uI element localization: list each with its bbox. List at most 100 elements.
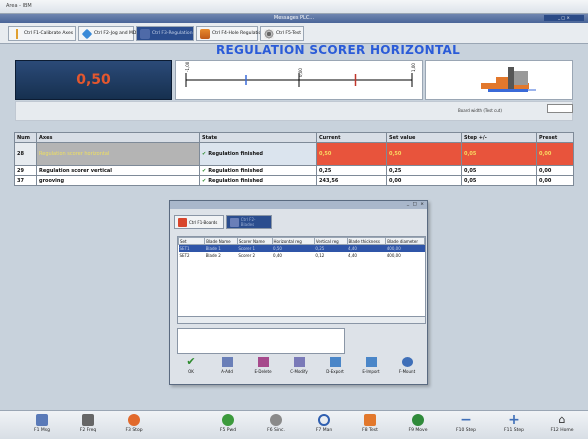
col-current: Current [316,132,387,143]
gauge-max-label: 1,00 [411,63,416,72]
horizontal-scrollbar[interactable] [177,316,426,324]
table-row[interactable]: 28 Regulation scorer horizontal ✔ Regulat… [14,142,574,166]
fkey-label: F11 Step [504,428,524,433]
axis-set-value[interactable]: 0,50 [386,142,462,166]
import-icon [365,357,377,367]
ok-button[interactable]: ✔ OK [176,355,206,383]
vertical-reg: 0,25 [314,244,347,252]
f10-step-minus-button[interactable]: − F10 Step [444,413,488,439]
fkey-label: F10 Step [456,428,476,433]
table-row[interactable]: 37 grooving ✔ Regulation finished 243,56 … [14,175,574,186]
frequency-icon [82,414,94,426]
axis-set-value[interactable]: 0,00 [386,175,462,186]
dialog-window-buttons[interactable]: _ □ × [407,202,425,207]
table-row[interactable]: SET2 Blade 2 Scorer 2 0,40 0,12 4,40 400… [179,252,425,259]
f8-test-button[interactable]: F8 Test [348,413,392,439]
f7-man-button[interactable]: F7 Man [302,413,346,439]
tab-label: Ctrl F1-Calibrate Axes [24,31,74,36]
axis-set-value[interactable]: 0,25 [386,165,462,176]
blades-table: Set Blade Name Scorer Name Horizontal re… [178,237,425,259]
board-width-label: Board width (Test cut) [458,108,502,113]
jog-icon [81,28,93,39]
modify-button[interactable]: C-Modify [284,355,314,383]
mount-button[interactable]: F-Mount [392,355,422,383]
axis-step[interactable]: 0,05 [461,165,537,176]
f11-step-plus-button[interactable]: + F11 Step [492,413,536,439]
blade-set: SET1 [178,244,205,252]
message-bar[interactable]: Messages PLC... _ □ × [0,14,588,23]
add-button[interactable]: A-Add [212,355,242,383]
fkey-label: F6 Sinc. [267,428,285,433]
scorer-diagram-svg [481,67,536,92]
col-axes: Axes [36,132,200,143]
table-row[interactable]: SET1 Blade 1 Scorer 1 0,50 0,25 4,40 400… [178,244,425,252]
table-row[interactable]: 29 Regulation scorer vertical ✔ Regulatio… [14,165,574,176]
f1-msg-button[interactable]: F1 Msg [20,413,64,439]
axis-step[interactable]: 0,05 [461,142,537,166]
board-width-strip: Board width (Test cut) [15,101,573,121]
window-controls[interactable]: _ □ × [544,15,584,21]
button-label: C-Modify [290,369,308,374]
gauge-mid-label: 0,00 [298,68,303,77]
tab-hole-regulation[interactable]: Ctrl F4-Hole Regulation [196,26,264,41]
axis-state: ✔ Regulation finished [199,165,317,176]
check-icon: ✔ [186,355,196,368]
f12-home-button[interactable]: ⌂ F12 Home [540,413,584,439]
page-title: REGULATION SCORER HORIZONTAL [215,43,461,57]
axis-name: Regulation scorer vertical [36,165,200,176]
axis-step[interactable]: 0,05 [461,175,537,186]
tab-regulation[interactable]: Ctrl F3-Regulation [136,26,194,41]
horizontal-reg: 0,40 [273,253,282,258]
col-set: Set [178,237,206,245]
axis-preset[interactable]: 0,00 [536,142,574,166]
tab-test[interactable]: Ctrl F5-Test [260,26,304,41]
home-icon: ⌂ [558,413,566,426]
axis-preset[interactable]: 0,00 [536,165,574,176]
minus-icon: − [460,412,472,428]
position-gauge: -1,00 0,00 1,00 [175,60,423,100]
scorer-name: Scorer 1 [237,244,273,252]
scorer-diagram [425,60,573,100]
axis-current: 0,25 [316,165,387,176]
export-icon [329,357,341,367]
f9-move-button[interactable]: F9 Move [396,413,440,439]
f6-sinc-button[interactable]: F6 Sinc. [254,413,298,439]
blade-diameter: 400,00 [385,244,425,252]
tab-jog-mdi[interactable]: Ctrl F2-Jog and MDI [78,26,138,41]
fkey-label: F8 Test [362,428,378,433]
f2-freq-button[interactable]: F2 Freq [66,413,110,439]
delete-button[interactable]: E-Delete [248,355,278,383]
import-button[interactable]: E-Import [356,355,386,383]
tab-blades[interactable]: Ctrl F2-Blades [226,215,272,229]
window-titlebar: Area - IBM [0,0,588,14]
axis-state-label: Regulation finished [208,167,263,174]
axis-state-label: Regulation finished [208,177,263,184]
blade-thickness: 4,40 [347,244,386,252]
axis-preset[interactable]: 0,00 [536,175,574,186]
axis-num: 28 [14,142,37,166]
col-num: Num [14,132,37,143]
horizontal-reg: 0,50 [272,244,315,252]
col-blade-thickness: Blade thickness [346,237,387,245]
boards-icon [178,217,187,227]
main-tabs: Ctrl F1-Calibrate Axes Ctrl F2-Jog and M… [0,23,588,44]
board-width-input[interactable] [547,104,573,113]
blades-table-header: Set Blade Name Scorer Name Horizontal re… [178,237,425,245]
col-scorer-name: Scorer Name [236,237,273,245]
export-button[interactable]: D-Export [320,355,350,383]
col-vertical-reg: Vertical reg [313,237,348,245]
tab-calibrate-axes[interactable]: Ctrl F1-Calibrate Axes [8,26,76,41]
fkey-label: F12 Home [550,428,574,433]
message-bar-label: Messages PLC... [273,15,315,21]
f5-pwd-button[interactable]: F5 Pwd [206,413,250,439]
col-step: Step +/- [461,132,537,143]
fkey-label: F7 Man [315,428,333,433]
axes-table-header: Num Axes State Current Set value Step +/… [14,132,574,143]
axis-state-label: Regulation finished [208,151,263,157]
f3-stop-button[interactable]: F3 Stop [112,413,156,439]
notes-textarea[interactable] [177,328,345,354]
blade-name: Blade 1 [204,244,238,252]
blades-table-panel: Set Blade Name Scorer Name Horizontal re… [177,236,426,318]
blade-diameter: 400,00 [386,253,401,258]
tab-boards[interactable]: Ctrl F1-Boards [174,215,224,229]
